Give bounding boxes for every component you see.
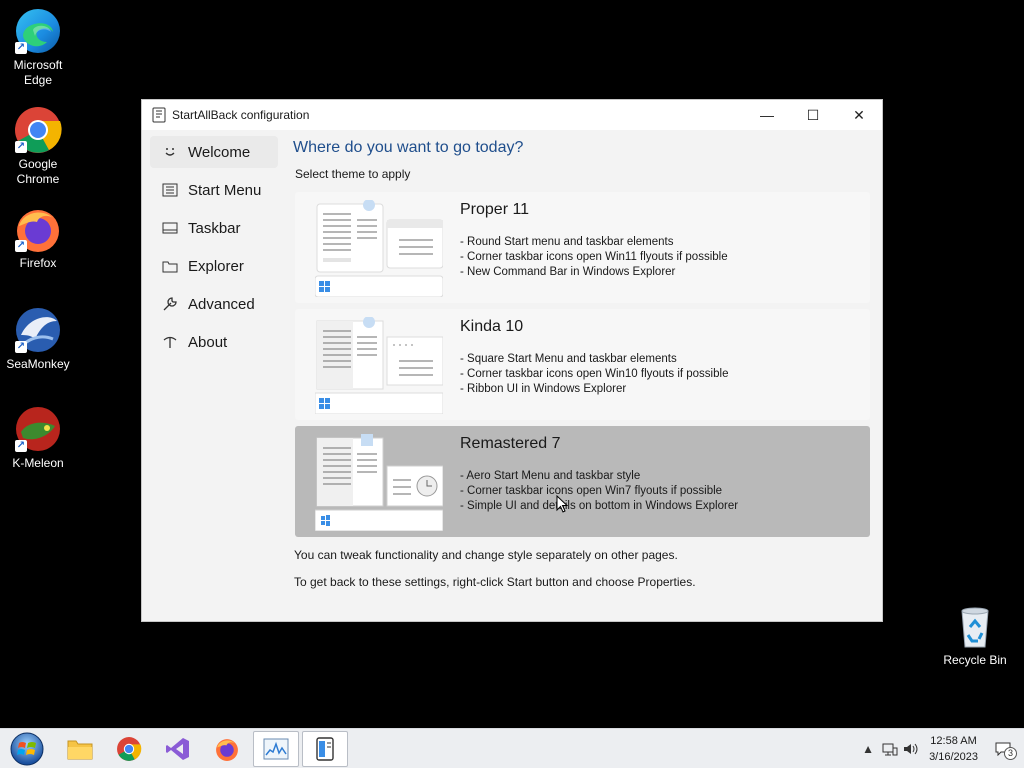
startallback-window: StartAllBack configuration — ☐ ✕ Welcome…: [141, 99, 883, 622]
visual-studio-icon[interactable]: [155, 731, 201, 767]
start-menu-icon: [160, 180, 180, 200]
desktop-icon-edge[interactable]: ↗ Microsoft Edge: [0, 6, 76, 88]
k-meleon-icon: ↗: [13, 404, 63, 454]
theme-bullet: - Simple UI and details on bottom in Win…: [460, 500, 739, 512]
theme-name: Remastered 7: [460, 435, 561, 452]
theme-bullet: - New Command Bar in Windows Explorer: [460, 266, 676, 278]
theme-card-proper-11[interactable]: Proper 11 - Round Start menu and taskbar…: [295, 192, 870, 303]
page-subheading: Select theme to apply: [295, 167, 411, 181]
taskbar: ▲ 12:58 AM 3/16/2023 3: [0, 728, 1024, 768]
maximize-button[interactable]: ☐: [790, 100, 836, 130]
sidebar: Welcome Start Menu Taskbar Explorer Adva…: [150, 136, 278, 364]
info-icon: [160, 332, 180, 352]
mouse-cursor: [556, 495, 568, 513]
volume-icon[interactable]: [901, 738, 923, 760]
sidebar-item-advanced[interactable]: Advanced: [150, 288, 278, 320]
wrench-icon: [160, 294, 180, 314]
desktop-icon-label: SeaMonkey: [6, 357, 70, 371]
theme-description: - Round Start menu and taskbar elements …: [460, 235, 728, 280]
smiley-icon: [160, 142, 180, 162]
theme-preview-image: [314, 316, 444, 415]
resource-monitor-icon[interactable]: [253, 731, 299, 767]
page-heading: Where do you want to go today?: [293, 139, 524, 156]
chrome-taskbar-icon[interactable]: [106, 731, 152, 767]
recycle-bin-icon: [950, 601, 1000, 651]
theme-preview-image: [314, 199, 444, 298]
theme-description: - Aero Start Menu and taskbar style - Co…: [460, 469, 738, 514]
system-tray: ▲ 12:58 AM 3/16/2023 3: [857, 729, 1024, 768]
theme-card-kinda-10[interactable]: Kinda 10 - Square Start Menu and taskbar…: [295, 309, 870, 420]
startallback-app-icon: [152, 107, 166, 123]
notification-center-icon[interactable]: 3: [992, 738, 1017, 760]
sidebar-item-taskbar[interactable]: Taskbar: [150, 212, 278, 244]
desktop-icon-recycle-bin[interactable]: Recycle Bin: [937, 601, 1013, 668]
sidebar-item-explorer[interactable]: Explorer: [150, 250, 278, 282]
desktop-icon-label: Recycle Bin: [943, 653, 1007, 667]
sidebar-item-label: Start Menu: [188, 181, 262, 199]
theme-bullet: - Corner taskbar icons open Win10 flyout…: [460, 368, 729, 380]
desktop-icon-seamonkey[interactable]: ↗ SeaMonkey: [0, 305, 76, 372]
theme-bullet: - Ribbon UI in Windows Explorer: [460, 383, 627, 395]
minimize-icon: —: [760, 107, 774, 123]
desktop-icon-label: Google Chrome: [16, 157, 60, 186]
sidebar-item-about[interactable]: About: [150, 326, 278, 358]
theme-card-remastered-7[interactable]: Remastered 7 - Aero Start Menu and taskb…: [295, 426, 870, 537]
sidebar-item-label: Advanced: [188, 295, 255, 313]
desktop-icon-firefox[interactable]: ↗ Firefox: [0, 204, 76, 271]
notification-count-badge: 3: [1004, 747, 1017, 760]
startallback-taskbar-icon[interactable]: [302, 731, 348, 767]
clock-time: 12:58 AM: [930, 735, 977, 747]
theme-bullet: - Square Start Menu and taskbar elements: [460, 353, 677, 365]
google-chrome-icon: ↗: [13, 105, 63, 155]
maximize-icon: ☐: [806, 106, 820, 123]
taskbar-clock[interactable]: 12:58 AM 3/16/2023: [929, 733, 978, 765]
clock-date: 3/16/2023: [929, 751, 978, 763]
desktop-icon-k-meleon[interactable]: ↗ K-Meleon: [0, 404, 76, 471]
windows-orb-icon: [10, 732, 44, 766]
theme-name: Kinda 10: [460, 318, 524, 335]
desktop-icon-label: Microsoft Edge: [13, 58, 63, 87]
theme-bullet: - Corner taskbar icons open Win7 flyouts…: [460, 485, 723, 497]
sidebar-item-label: About: [188, 333, 228, 351]
desktop-icon-label: Firefox: [19, 256, 57, 270]
theme-bullet: - Corner taskbar icons open Win11 flyout…: [460, 251, 728, 263]
show-hidden-icons-chevron-icon[interactable]: ▲: [857, 738, 879, 760]
title-bar[interactable]: StartAllBack configuration — ☐ ✕: [142, 100, 882, 130]
sidebar-item-label: Welcome: [188, 143, 251, 161]
desktop-icon-label: K-Meleon: [12, 456, 64, 470]
sidebar-item-label: Explorer: [188, 257, 244, 275]
close-button[interactable]: ✕: [836, 100, 882, 130]
seamonkey-icon: ↗: [13, 305, 63, 355]
sidebar-item-welcome[interactable]: Welcome: [150, 136, 278, 168]
theme-description: - Square Start Menu and taskbar elements…: [460, 352, 728, 397]
close-icon: ✕: [853, 106, 865, 123]
firefox-icon: ↗: [13, 204, 63, 254]
sidebar-item-label: Taskbar: [188, 219, 241, 237]
desktop-icon-chrome[interactable]: ↗ Google Chrome: [0, 105, 76, 187]
microsoft-edge-icon: ↗: [13, 6, 63, 56]
minimize-button[interactable]: —: [744, 100, 790, 130]
theme-bullet: - Aero Start Menu and taskbar style: [460, 470, 641, 482]
footer-note-properties: To get back to these settings, right-cli…: [294, 575, 696, 589]
main-content: Where do you want to go today? Select th…: [293, 136, 873, 181]
network-icon[interactable]: [879, 738, 901, 760]
sidebar-item-start-menu[interactable]: Start Menu: [150, 174, 278, 206]
footer-note-tweak: You can tweak functionality and change s…: [294, 548, 678, 562]
window-title: StartAllBack configuration: [172, 108, 310, 122]
file-explorer-icon[interactable]: [57, 731, 103, 767]
firefox-taskbar-icon[interactable]: [204, 731, 250, 767]
explorer-icon: [160, 256, 180, 276]
theme-bullet: - Round Start menu and taskbar elements: [460, 236, 674, 248]
start-button[interactable]: [4, 731, 50, 767]
taskbar-icon: [160, 218, 180, 238]
theme-name: Proper 11: [460, 201, 530, 218]
theme-preview-image: [314, 434, 444, 532]
